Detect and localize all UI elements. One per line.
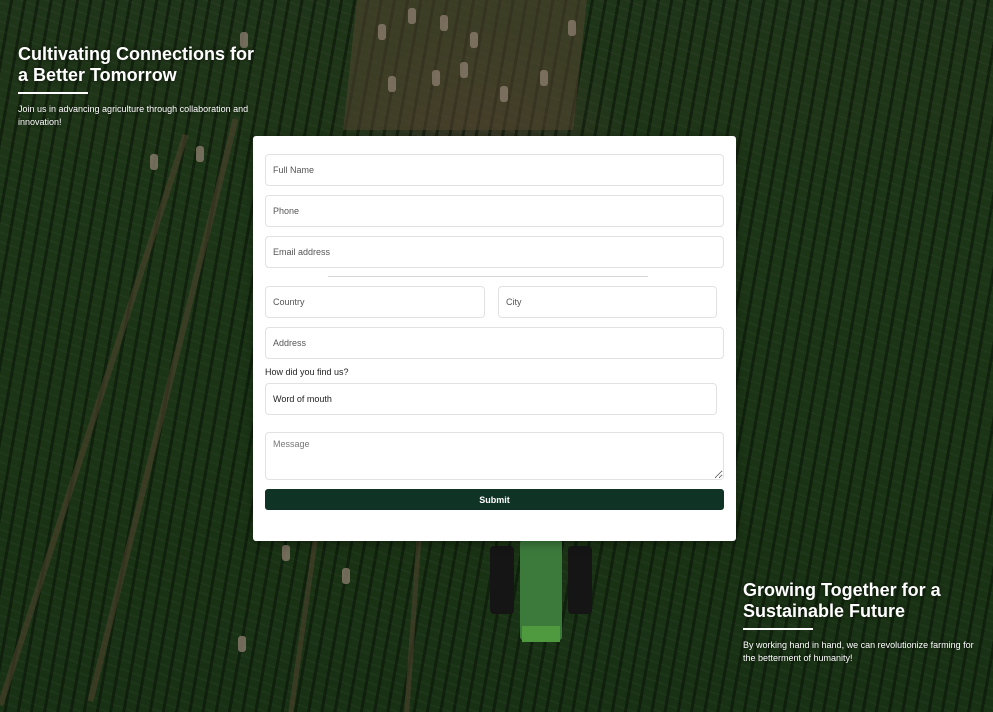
submit-button[interactable]: Submit — [265, 489, 724, 510]
hero-left-text: Join us in advancing agriculture through… — [18, 104, 249, 127]
source-select[interactable]: Word of mouth — [265, 383, 717, 415]
hero-left-title: Cultivating Connections for a Better Tom… — [18, 44, 254, 85]
source-selected-value: Word of mouth — [273, 394, 332, 404]
contact-form-card: How did you find us? Word of mouth Submi… — [253, 136, 736, 541]
source-label: How did you find us? — [265, 367, 349, 377]
message-textarea[interactable] — [265, 432, 724, 480]
hero-right-title: Growing Together for a Sustainable Futur… — [743, 580, 941, 621]
hero-right-section: Growing Together for a Sustainable Futur… — [743, 580, 979, 665]
address-input[interactable] — [265, 327, 724, 359]
hero-left-section: Cultivating Connections for a Better Tom… — [18, 44, 258, 129]
hero-right-text: By working hand in hand, we can revoluti… — [743, 640, 974, 663]
hero-right-divider — [743, 628, 813, 630]
full-name-input[interactable] — [265, 154, 724, 186]
tractor-image — [490, 540, 592, 650]
form-divider — [328, 276, 648, 277]
city-input[interactable] — [498, 286, 717, 318]
hero-left-divider — [18, 92, 88, 94]
country-input[interactable] — [265, 286, 485, 318]
phone-input[interactable] — [265, 195, 724, 227]
email-input[interactable] — [265, 236, 724, 268]
